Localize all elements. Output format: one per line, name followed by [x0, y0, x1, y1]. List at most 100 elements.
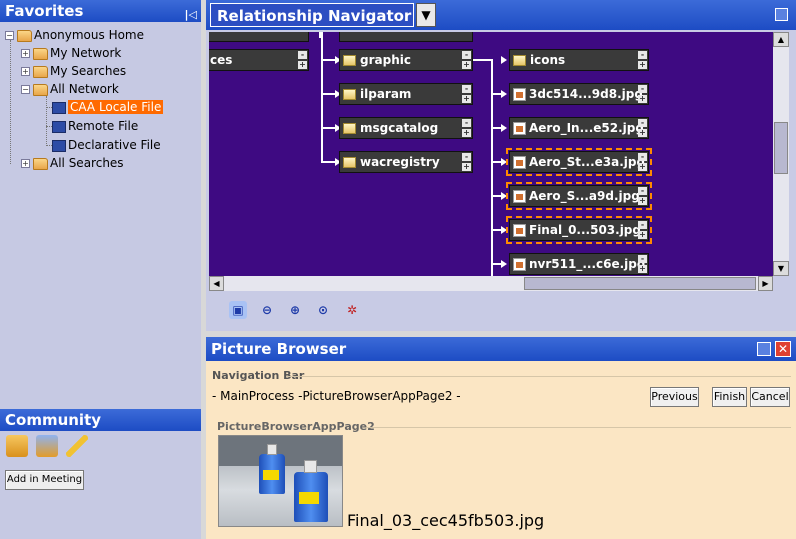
image-filename: Final_03_cec45fb503.jpg	[347, 511, 545, 530]
graph-node[interactable]: +	[209, 32, 309, 42]
collapse-node-icon[interactable]: -	[462, 153, 471, 161]
collapse-node-icon[interactable]: -	[298, 51, 307, 59]
graph-node-label: msgcatalog	[360, 121, 439, 135]
graph-node-image-selected[interactable]: Final_0...503.jpg - +	[506, 216, 652, 244]
scroll-down-icon[interactable]: ▼	[773, 261, 789, 276]
tree-item-all-searches[interactable]: + All Searches	[21, 154, 124, 172]
community-title-bar: Community	[0, 409, 201, 431]
expand-node-icon[interactable]: +	[638, 129, 647, 137]
collapse-toggle-icon[interactable]: −	[21, 85, 30, 94]
graph-node-image[interactable]: nvr511_...c6e.jpg - +	[509, 253, 649, 275]
collapse-node-icon[interactable]: -	[462, 51, 471, 59]
graph-node-image[interactable]: Aero_In...e52.jpg - +	[509, 117, 649, 139]
tree-item-caa-locale-file[interactable]: CAA Locale File	[52, 98, 164, 116]
expand-node-icon[interactable]: +	[638, 95, 647, 103]
graph-node-image-selected[interactable]: Aero_St...e3a.jpg - +	[506, 148, 652, 176]
graph-node-label: Aero_In...e52.jpg	[529, 121, 644, 135]
graph-node-label: wacregistry	[360, 155, 440, 169]
arrow-icon	[501, 90, 507, 98]
collapse-node-icon[interactable]: -	[638, 85, 647, 93]
3d-people-icon[interactable]	[36, 435, 58, 457]
relationship-graph-canvas[interactable]: + + ces - + graphic - + ilparam - + msgcata…	[209, 32, 773, 276]
collapse-node-icon[interactable]: -	[638, 187, 647, 195]
arrow-icon	[501, 260, 507, 268]
graph-node-image-selected[interactable]: Aero_S...a9d.jpg - +	[506, 182, 652, 210]
tree-item-all-network[interactable]: − All Network	[21, 80, 119, 98]
graph-node-wacregistry[interactable]: wacregistry - +	[339, 151, 473, 173]
collapse-node-icon[interactable]: -	[638, 51, 647, 59]
finish-button[interactable]: Finish	[712, 387, 747, 407]
horizontal-scrollbar[interactable]: ◀ ▶	[209, 276, 773, 291]
pencil-icon[interactable]	[66, 435, 88, 457]
expand-node-icon[interactable]: +	[298, 61, 307, 69]
relationship-navigator-title: Relationship Navigator	[210, 3, 414, 27]
tree-item-anonymous-home[interactable]: − Anonymous Home	[5, 26, 144, 44]
connector-line	[491, 127, 501, 129]
center-icon[interactable]: ⊙	[314, 301, 332, 319]
graph-node-label: 3dc514...9d8.jpg	[529, 87, 643, 101]
graph-node-msgcatalog[interactable]: msgcatalog - +	[339, 117, 473, 139]
folder-icon	[343, 157, 356, 168]
expand-node-icon[interactable]: +	[638, 231, 647, 239]
zoom-out-icon[interactable]: ⊖	[258, 301, 276, 319]
zoom-in-icon[interactable]: ⊕	[286, 301, 304, 319]
expand-toggle-icon[interactable]: +	[21, 67, 30, 76]
scroll-left-icon[interactable]: ◀	[209, 276, 224, 291]
scrollbar-thumb[interactable]	[774, 122, 788, 174]
expand-toggle-icon[interactable]: +	[21, 159, 30, 168]
collapse-node-icon[interactable]: -	[638, 119, 647, 127]
expand-node-icon[interactable]: +	[638, 197, 647, 205]
tree-item-label: Remote File	[68, 119, 139, 133]
picture-browser-title: Picture Browser	[211, 340, 347, 358]
graph-node-ces[interactable]: ces - +	[209, 49, 309, 71]
collapse-node-icon[interactable]: -	[462, 85, 471, 93]
dropdown-arrow-icon[interactable]: ▼	[416, 3, 436, 27]
collapse-toggle-icon[interactable]: −	[5, 31, 14, 40]
tree-item-my-network[interactable]: + My Network	[21, 44, 121, 62]
graph-node-image[interactable]: 3dc514...9d8.jpg - +	[509, 83, 649, 105]
picture-browser-title-bar: Picture Browser	[206, 337, 796, 361]
maximize-icon[interactable]	[775, 8, 788, 21]
arrow-icon	[501, 192, 507, 200]
expand-node-icon[interactable]: +	[462, 163, 471, 171]
cancel-button[interactable]: Cancel	[750, 387, 790, 407]
tree-line	[46, 96, 47, 146]
maximize-icon[interactable]	[757, 342, 771, 356]
collapse-node-icon[interactable]: -	[638, 255, 647, 263]
image-file-icon	[513, 190, 526, 203]
fit-all-icon[interactable]: ▣	[229, 301, 247, 319]
scroll-up-icon[interactable]: ▲	[773, 32, 789, 47]
favorites-title: Favorites	[5, 2, 84, 20]
vertical-scrollbar[interactable]: ▲ ▼	[773, 32, 789, 276]
scroll-right-icon[interactable]: ▶	[758, 276, 773, 291]
tree-item-declarative-file[interactable]: Declarative File	[52, 136, 161, 154]
tree-item-remote-file[interactable]: Remote File	[52, 117, 138, 135]
collapse-icon[interactable]: |◁	[185, 4, 197, 26]
graph-node[interactable]: +	[339, 32, 473, 42]
folder-icon	[33, 157, 48, 170]
expand-node-icon[interactable]: +	[638, 61, 647, 69]
close-icon[interactable]: ✕	[775, 341, 791, 357]
people-icon[interactable]	[6, 435, 28, 457]
collapse-node-icon[interactable]: -	[638, 153, 647, 161]
tree-item-my-searches[interactable]: + My Searches	[21, 62, 126, 80]
previous-button[interactable]: Previous	[650, 387, 699, 407]
expand-node-icon[interactable]: +	[462, 61, 471, 69]
bottle-label-shape	[263, 470, 279, 480]
computer-icon	[52, 120, 66, 133]
picture-thumbnail[interactable]	[218, 435, 343, 527]
graph-node-icons[interactable]: icons - +	[509, 49, 649, 71]
community-title: Community	[5, 411, 102, 429]
collapse-node-icon[interactable]: -	[638, 221, 647, 229]
expand-node-icon[interactable]: +	[462, 95, 471, 103]
graph-node-ilparam[interactable]: ilparam - +	[339, 83, 473, 105]
expand-node-icon[interactable]: +	[462, 129, 471, 137]
scrollbar-thumb[interactable]	[524, 277, 756, 290]
graph-node-graphic[interactable]: graphic - +	[339, 49, 473, 71]
add-in-meeting-button[interactable]: Add in Meeting	[5, 470, 84, 490]
expand-toggle-icon[interactable]: +	[21, 49, 30, 58]
expand-node-icon[interactable]: +	[638, 265, 647, 273]
layout-icon[interactable]: ✲	[343, 301, 361, 319]
collapse-node-icon[interactable]: -	[462, 119, 471, 127]
expand-node-icon[interactable]: +	[638, 163, 647, 171]
